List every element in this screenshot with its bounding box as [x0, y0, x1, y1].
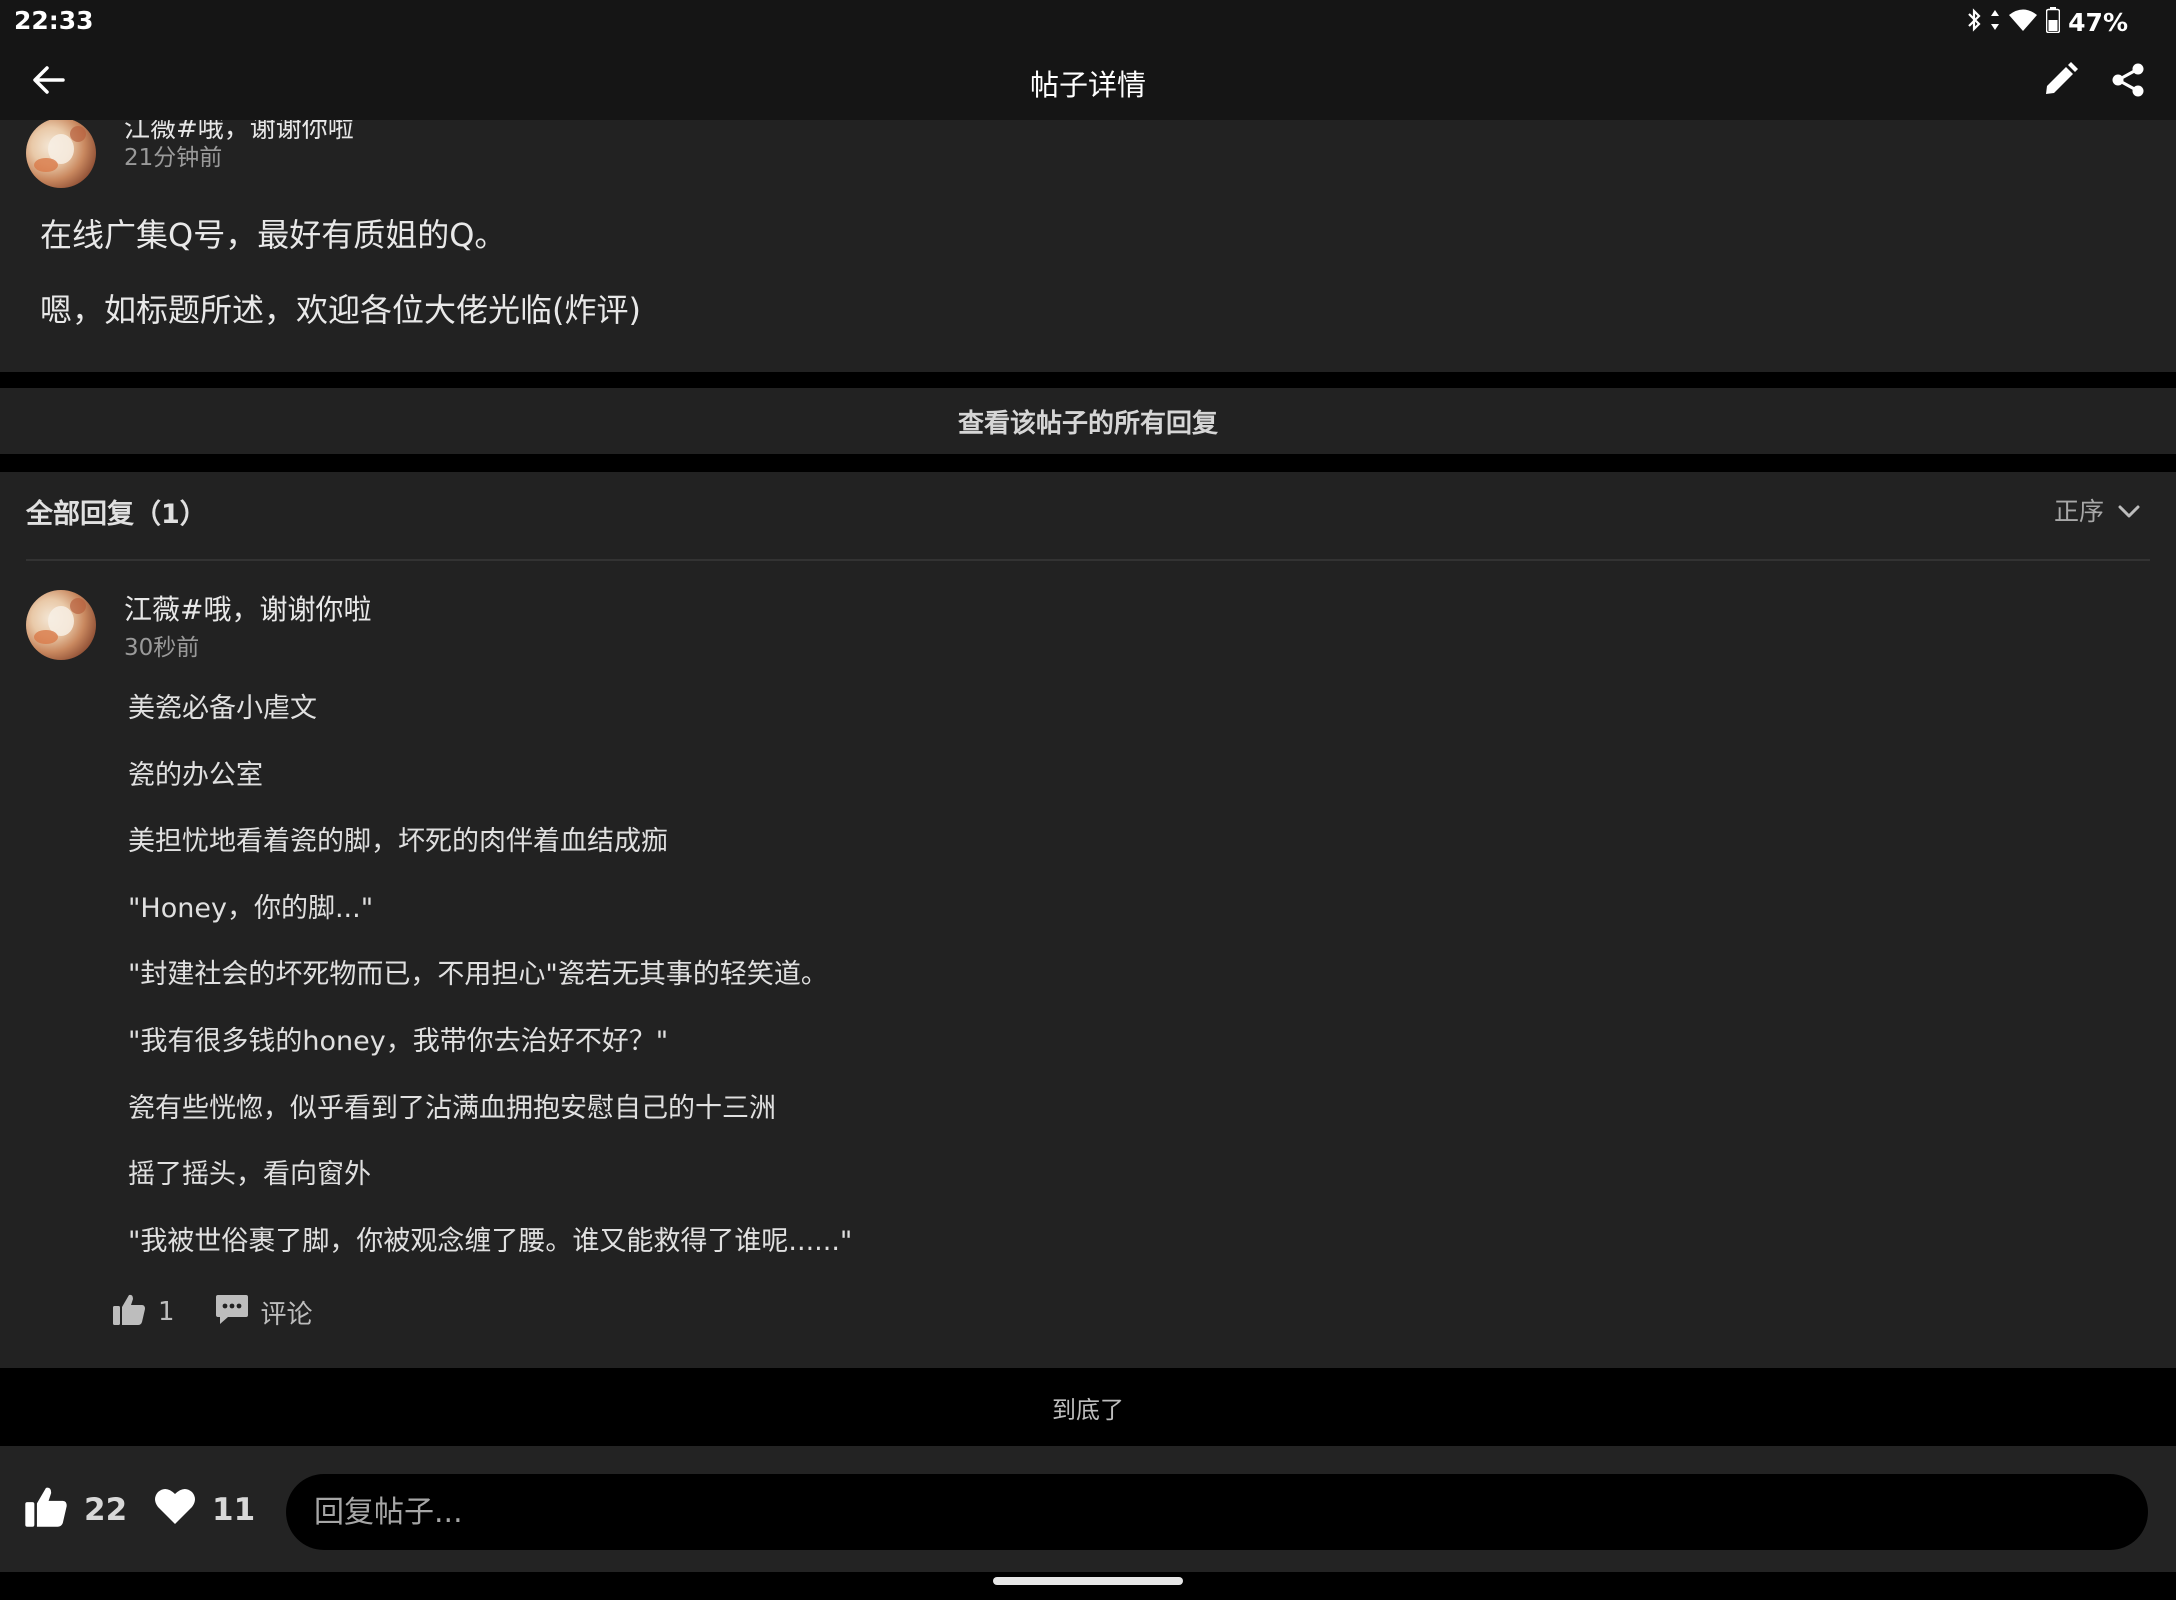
reply-content: 美瓷必备小虐文 瓷的办公室 美担忧地看着瓷的脚，坏死的肉伴着血结成痂 "Hone… [128, 686, 852, 1285]
data-arrows-icon [1990, 8, 2000, 36]
reply-like-count: 1 [158, 1297, 175, 1327]
chevron-down-icon [2118, 496, 2140, 525]
reply-comment-button[interactable]: 评论 [215, 1292, 313, 1333]
post-body: 嗯，如标题所述，欢迎各位大佬光临(炸评) [40, 291, 641, 329]
bluetooth-icon [1966, 7, 1982, 37]
heart-icon [154, 1486, 196, 1534]
reply-line: 美担忧地看着瓷的脚，坏死的肉伴着血结成痂 [128, 826, 668, 858]
reply-line: 瓷的办公室 [128, 759, 263, 791]
wifi-icon [2008, 8, 2038, 36]
reply-author-name[interactable]: 江薇#哦，谢谢你啦 [124, 588, 371, 628]
thumbs-up-icon [24, 1484, 68, 1536]
post-title: 在线广集Q号，最好有质姐的Q。 [40, 216, 507, 254]
reply-line: "我有很多钱的honey，我带你去治好不好？" [128, 1025, 669, 1057]
post-author-avatar[interactable] [26, 120, 96, 188]
reply-input[interactable] [286, 1474, 2148, 1550]
end-of-list-label: 到底了 [0, 1368, 2176, 1446]
sort-label: 正序 [2053, 497, 2104, 526]
sort-dropdown[interactable]: 正序 [2054, 492, 2140, 528]
battery-icon [2045, 7, 2061, 37]
thumbs-up-icon [112, 1292, 146, 1333]
reply-time: 30秒前 [124, 635, 200, 661]
navigation-bar [0, 1572, 2176, 1600]
bottom-bar: 22 11 [0, 1446, 2176, 1572]
divider [26, 559, 2150, 561]
reply-author-avatar[interactable] [26, 590, 96, 660]
reply-line: "封建社会的坏死物而已，不用担心"瓷若无其事的轻笑道。 [128, 959, 828, 991]
comment-label: 评论 [260, 1299, 313, 1330]
post-favorite-button[interactable]: 11 [154, 1488, 255, 1532]
status-bar: 22:33 47% [0, 0, 2176, 44]
reply-line: "我被世俗裹了脚，你被观念缠了腰。谁又能救得了谁呢......" [128, 1225, 853, 1257]
edit-button[interactable] [2032, 54, 2088, 110]
app-bar: 帖子详情 [0, 44, 2176, 120]
reply-line: 瓷有些恍惚，似乎看到了沾满血拥抱安慰自己的十三洲 [128, 1092, 776, 1124]
replies-header: 全部回复（1） [26, 499, 207, 530]
post-favorite-count: 11 [212, 1492, 256, 1528]
reply-like-button[interactable]: 1 [112, 1292, 175, 1333]
post-like-count: 22 [84, 1492, 128, 1528]
edit-pencil-icon [2042, 62, 2078, 102]
share-icon [2110, 62, 2146, 102]
battery-percent: 47% [2068, 7, 2128, 37]
share-button[interactable] [2100, 54, 2156, 110]
post-time: 21分钟前 [124, 145, 223, 171]
reply-line: 美瓷必备小虐文 [128, 693, 317, 724]
reply-line: "Honey，你的脚..." [128, 892, 374, 924]
status-time: 22:33 [14, 6, 94, 35]
page-title: 帖子详情 [1029, 68, 1146, 102]
replies-section: 全部回复（1） 正序 江薇#哦，谢谢你啦 30秒前 美瓷必备小虐文 瓷的办公室 … [0, 472, 2176, 1368]
status-icons: 47% [1966, 6, 2128, 38]
reply-line: 摇了摇头，看向窗外 [128, 1159, 371, 1191]
comment-bubble-icon [215, 1292, 249, 1333]
reply-actions: 1 评论 [112, 1290, 313, 1334]
view-all-replies-button[interactable]: 查看该帖子的所有回复 [0, 388, 2176, 454]
post-card: 江薇#哦，谢谢你啦 21分钟前 在线广集Q号，最好有质姐的Q。 嗯，如标题所述，… [0, 120, 2176, 372]
post-like-button[interactable]: 22 [24, 1487, 128, 1532]
home-indicator[interactable] [993, 1577, 1183, 1585]
